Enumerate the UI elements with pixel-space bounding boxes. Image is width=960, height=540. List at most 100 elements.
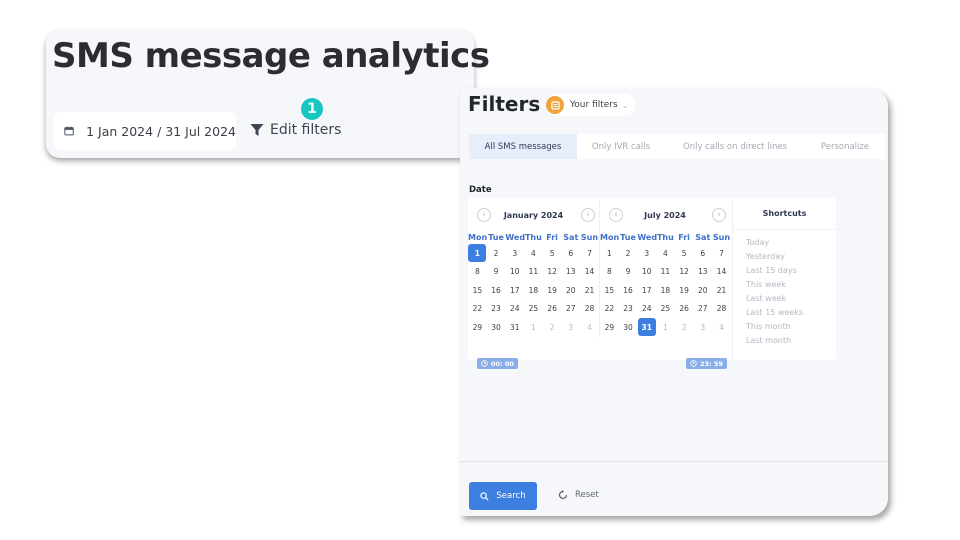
chevron-left-icon[interactable]: ‹ [609, 208, 623, 222]
calendar-day[interactable]: 28 [712, 300, 731, 319]
calendar-day[interactable]: 26 [675, 300, 694, 319]
calendar-day[interactable]: 25 [524, 300, 543, 319]
tab-only-direct-lines[interactable]: Only calls on direct lines [665, 134, 805, 159]
calendar-day[interactable]: 13 [561, 263, 580, 282]
reset-button-label: Reset [575, 490, 599, 500]
chevron-left-icon[interactable]: ‹ [477, 208, 491, 222]
calendar-day[interactable]: 24 [505, 300, 524, 319]
calendar-day[interactable]: 3 [637, 244, 656, 263]
weekday-header: Mon Tue Wed Thu Fri Sat Sun [468, 232, 599, 244]
calendar-day[interactable]: 30 [619, 318, 638, 337]
chevron-down-icon: ⌄ [621, 100, 629, 110]
edit-filters-button[interactable]: Edit filters [250, 122, 341, 138]
calendar-day[interactable]: 27 [693, 300, 712, 319]
shortcut-last-15-weeks[interactable]: Last 15 weeks [746, 306, 836, 320]
calendar-day[interactable]: 18 [524, 281, 543, 300]
calendar-day[interactable]: 2 [675, 318, 694, 337]
calendar-day[interactable]: 2 [543, 318, 562, 337]
calendar-day[interactable]: 16 [619, 281, 638, 300]
calendar-day[interactable]: 5 [543, 244, 562, 263]
tab-personalize[interactable]: Personalize [805, 134, 885, 159]
shortcut-last-15-days[interactable]: Last 15 days [746, 264, 836, 278]
tab-only-ivr-calls[interactable]: Only IVR calls [577, 134, 665, 159]
shortcut-today[interactable]: Today [746, 236, 836, 250]
calendar-day[interactable]: 4 [656, 244, 675, 263]
calendar-day[interactable]: 8 [600, 263, 619, 282]
calendar-day[interactable]: 8 [468, 263, 487, 282]
weekday-label: Sat [563, 233, 579, 242]
calendar-day[interactable]: 15 [600, 281, 619, 300]
calendar-day[interactable]: 22 [468, 300, 487, 319]
start-time-chip[interactable]: 00: 00 [477, 358, 518, 369]
calendar-day[interactable]: 7 [712, 244, 731, 263]
calendar-day[interactable]: 12 [543, 263, 562, 282]
calendar-day[interactable]: 1 [600, 244, 619, 263]
calendar-day[interactable]: 21 [712, 281, 731, 300]
calendar-day[interactable]: 7 [580, 244, 599, 263]
calendar-day[interactable]: 23 [619, 300, 638, 319]
tab-all-sms-messages[interactable]: All SMS messages [469, 134, 577, 159]
calendar-day[interactable]: 29 [600, 318, 619, 337]
shortcut-last-week[interactable]: Last week [746, 292, 836, 306]
calendar-day[interactable]: 1 [656, 318, 675, 337]
calendar-day[interactable]: 9 [619, 263, 638, 282]
calendar-day[interactable]: 12 [675, 263, 694, 282]
calendar-day[interactable]: 6 [693, 244, 712, 263]
calendar-day[interactable]: 17 [505, 281, 524, 300]
calendar-day[interactable]: 13 [693, 263, 712, 282]
calendar-day[interactable]: 10 [637, 263, 656, 282]
calendar-day[interactable]: 19 [543, 281, 562, 300]
calendar-day[interactable]: 4 [580, 318, 599, 337]
calendar-day-selected[interactable]: 31 [637, 318, 656, 337]
weekday-label: Sun [712, 233, 731, 242]
calendar-day[interactable]: 23 [487, 300, 506, 319]
calendar-day[interactable]: 29 [468, 318, 487, 337]
shortcut-last-month[interactable]: Last month [746, 334, 836, 348]
calendar-day[interactable]: 14 [580, 263, 599, 282]
calendar-day[interactable]: 1 [524, 318, 543, 337]
search-button[interactable]: Search [469, 482, 537, 510]
calendar-day[interactable]: 5 [675, 244, 694, 263]
calendar-day[interactable]: 9 [487, 263, 506, 282]
calendar-day-selected[interactable]: 1 [468, 244, 487, 263]
calendar-day[interactable]: 6 [561, 244, 580, 263]
calendar-day[interactable]: 2 [487, 244, 506, 263]
shortcut-this-week[interactable]: This week [746, 278, 836, 292]
chevron-right-icon[interactable]: › [712, 208, 726, 222]
calendar-day[interactable]: 17 [637, 281, 656, 300]
calendar-day[interactable]: 20 [561, 281, 580, 300]
your-filters-dropdown[interactable]: Your filters ⌄ [546, 94, 637, 116]
calendar-day[interactable]: 31 [505, 318, 524, 337]
calendar-day[interactable]: 4 [712, 318, 731, 337]
calendar-day[interactable]: 25 [656, 300, 675, 319]
calendar-day[interactable]: 30 [487, 318, 506, 337]
calendar-day[interactable]: 3 [505, 244, 524, 263]
calendar-day[interactable]: 28 [580, 300, 599, 319]
shortcut-yesterday[interactable]: Yesterday [746, 250, 836, 264]
reset-icon [558, 490, 568, 500]
reset-button[interactable]: Reset [558, 490, 599, 500]
calendar-day[interactable]: 16 [487, 281, 506, 300]
calendar-day[interactable]: 11 [656, 263, 675, 282]
calendar-day[interactable]: 3 [693, 318, 712, 337]
calendar-day[interactable]: 10 [505, 263, 524, 282]
shortcut-this-month[interactable]: This month [746, 320, 836, 334]
start-time-label: 00: 00 [491, 359, 514, 368]
calendar-day[interactable]: 22 [600, 300, 619, 319]
calendar-day[interactable]: 4 [524, 244, 543, 263]
calendar-day[interactable]: 26 [543, 300, 562, 319]
calendar-day[interactable]: 11 [524, 263, 543, 282]
end-time-chip[interactable]: 23: 59 [686, 358, 727, 369]
calendar-day[interactable]: 27 [561, 300, 580, 319]
calendar-day[interactable]: 20 [693, 281, 712, 300]
calendar-day[interactable]: 3 [561, 318, 580, 337]
calendar-day[interactable]: 2 [619, 244, 638, 263]
calendar-day[interactable]: 15 [468, 281, 487, 300]
calendar-day[interactable]: 24 [637, 300, 656, 319]
chevron-right-icon[interactable]: › [581, 208, 595, 222]
calendar-day[interactable]: 21 [580, 281, 599, 300]
date-range-field[interactable]: 1 Jan 2024 / 31 Jul 2024 [54, 112, 236, 150]
calendar-day[interactable]: 19 [675, 281, 694, 300]
calendar-day[interactable]: 18 [656, 281, 675, 300]
calendar-day[interactable]: 14 [712, 263, 731, 282]
